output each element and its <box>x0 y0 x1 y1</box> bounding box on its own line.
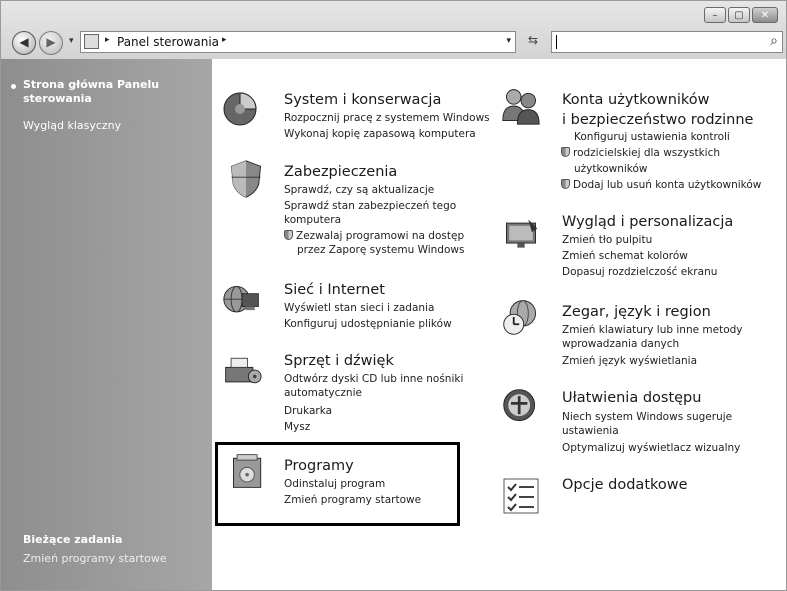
link-change-display-language[interactable]: Zmień język wyświetlania <box>562 355 697 368</box>
link-parental-controls-end[interactable]: użytkowników <box>574 163 648 176</box>
link-backup-computer[interactable]: Wykonaj kopię zapasową komputera <box>284 128 476 141</box>
sidebar: Strona główna Panelu sterowania Wygląd k… <box>1 59 212 590</box>
text-caret <box>556 35 557 49</box>
link-change-keyboards[interactable]: Zmień klawiatury lub inne metody <box>562 324 743 337</box>
recent-pages-dropdown[interactable]: ▾ <box>69 36 74 46</box>
link-parental-controls-cont[interactable]: rodzicielskiej dla wszystkich <box>561 147 720 160</box>
link-autoplay[interactable]: Odtwórz dyski CD lub inne nośniki <box>284 373 463 386</box>
link-printer[interactable]: Drukarka <box>284 405 332 418</box>
hardware-printer-icon <box>225 357 262 384</box>
link-check-security-status[interactable]: Sprawdź stan zabezpieczeń tego <box>284 200 456 213</box>
system-maintenance-icon <box>223 92 257 126</box>
link-optimize-visual-display[interactable]: Optymalizuj wyświetlacz wizualny <box>562 442 740 455</box>
forward-button[interactable]: ▶ <box>39 31 63 55</box>
control-panel-icon <box>84 34 99 49</box>
link-file-sharing[interactable]: Konfiguruj udostępnianie plików <box>284 318 452 331</box>
current-page-bullet-icon <box>11 84 16 89</box>
window-controls: – ▢ ✕ <box>704 7 778 23</box>
link-change-desktop-background[interactable]: Zmień tło pulpitu <box>562 234 652 247</box>
category-title-additional-options[interactable]: Opcje dodatkowe <box>562 476 688 495</box>
uac-shield-icon <box>284 230 293 240</box>
uac-shield-icon <box>561 179 570 189</box>
additional-options-list-icon <box>503 478 539 514</box>
search-input[interactable]: ⌕ <box>551 31 783 53</box>
refresh-button[interactable]: ⇆ <box>522 33 544 51</box>
sidebar-link-classic-view[interactable]: Wygląd klasyczny <box>23 119 121 132</box>
link-windows-suggest-settings[interactable]: Niech system Windows sugeruje <box>562 411 732 424</box>
link-autoplay-cont[interactable]: automatycznie <box>284 387 362 400</box>
link-change-color-scheme[interactable]: Zmień schemat kolorów <box>562 250 688 263</box>
category-title-network[interactable]: Sieć i Internet <box>284 281 385 300</box>
link-uninstall-program[interactable]: Odinstaluj program <box>284 478 385 491</box>
category-title-hardware[interactable]: Sprzęt i dźwięk <box>284 352 394 371</box>
category-title-system[interactable]: System i konserwacja <box>284 91 441 110</box>
category-title-appearance[interactable]: Wygląd i personalizacja <box>562 213 733 232</box>
minimize-button[interactable]: – <box>704 7 726 23</box>
control-panel-window: – ▢ ✕ ◀ ▶ ▾ ▸ Panel sterowania ▸ ▾ ⇆ ⌕ S… <box>0 0 787 591</box>
breadcrumb-separator-icon[interactable]: ▸ <box>105 35 110 45</box>
recent-task-change-startup-programs[interactable]: Zmień programy startowe <box>23 552 167 565</box>
link-parental-controls[interactable]: Konfiguruj ustawienia kontroli <box>574 131 730 144</box>
category-title-clock[interactable]: Zegar, język i region <box>562 303 711 322</box>
link-network-status[interactable]: Wyświetl stan sieci i zadania <box>284 302 434 315</box>
clock-globe-icon <box>503 300 536 335</box>
uac-shield-icon <box>561 147 570 157</box>
link-windows-suggest-settings-cont[interactable]: ustawienia <box>562 425 619 438</box>
link-allow-program-firewall-cont[interactable]: przez Zaporę systemu Windows <box>297 244 464 257</box>
recent-tasks-heading: Bieżące zadania <box>23 533 123 546</box>
appearance-monitor-icon <box>506 219 538 248</box>
category-view: System i konserwacja Rozpocznij pracę z … <box>212 59 786 590</box>
link-mouse[interactable]: Mysz <box>284 421 310 434</box>
sidebar-link-control-panel-home[interactable]: Strona główna Panelu sterowania <box>23 78 198 106</box>
close-button[interactable]: ✕ <box>752 7 778 23</box>
address-bar[interactable]: ▸ Panel sterowania ▸ ▾ <box>80 31 516 53</box>
link-change-startup-programs[interactable]: Zmień programy startowe <box>284 494 421 507</box>
link-check-updates[interactable]: Sprawdź, czy są aktualizacje <box>284 184 434 197</box>
link-adjust-screen-resolution[interactable]: Dopasuj rozdzielczość ekranu <box>562 266 717 279</box>
link-check-security-status-cont[interactable]: komputera <box>284 214 341 227</box>
category-title-user-accounts[interactable]: Konta użytkowników <box>562 91 710 110</box>
programs-box-icon <box>233 454 262 488</box>
link-allow-program-firewall[interactable]: Zezwalaj programowi na dostęp <box>284 230 464 243</box>
user-accounts-icon <box>502 89 540 125</box>
category-title-ease-of-access[interactable]: Ułatwienia dostępu <box>562 389 701 408</box>
category-title-user-accounts-cont[interactable]: i bezpieczeństwo rodzinne <box>562 111 753 130</box>
breadcrumb-separator-icon[interactable]: ▸ <box>222 35 227 45</box>
address-dropdown-icon[interactable]: ▾ <box>506 36 511 46</box>
link-add-remove-accounts[interactable]: Dodaj lub usuń konta użytkowników <box>561 179 761 192</box>
breadcrumb-control-panel[interactable]: Panel sterowania <box>117 35 219 49</box>
category-title-programs[interactable]: Programy <box>284 457 354 476</box>
title-bar: – ▢ ✕ ◀ ▶ ▾ ▸ Panel sterowania ▸ ▾ ⇆ ⌕ <box>1 1 786 59</box>
link-change-keyboards-cont[interactable]: wprowadzania danych <box>562 338 679 351</box>
search-icon[interactable]: ⌕ <box>770 33 778 49</box>
back-button[interactable]: ◀ <box>12 31 36 55</box>
security-shield-icon <box>230 160 262 198</box>
maximize-button[interactable]: ▢ <box>728 7 750 23</box>
link-getting-started[interactable]: Rozpocznij pracę z systemem Windows <box>284 112 490 125</box>
ease-of-access-icon <box>503 389 536 422</box>
category-title-security[interactable]: Zabezpieczenia <box>284 163 397 182</box>
network-globe-icon <box>223 286 259 313</box>
